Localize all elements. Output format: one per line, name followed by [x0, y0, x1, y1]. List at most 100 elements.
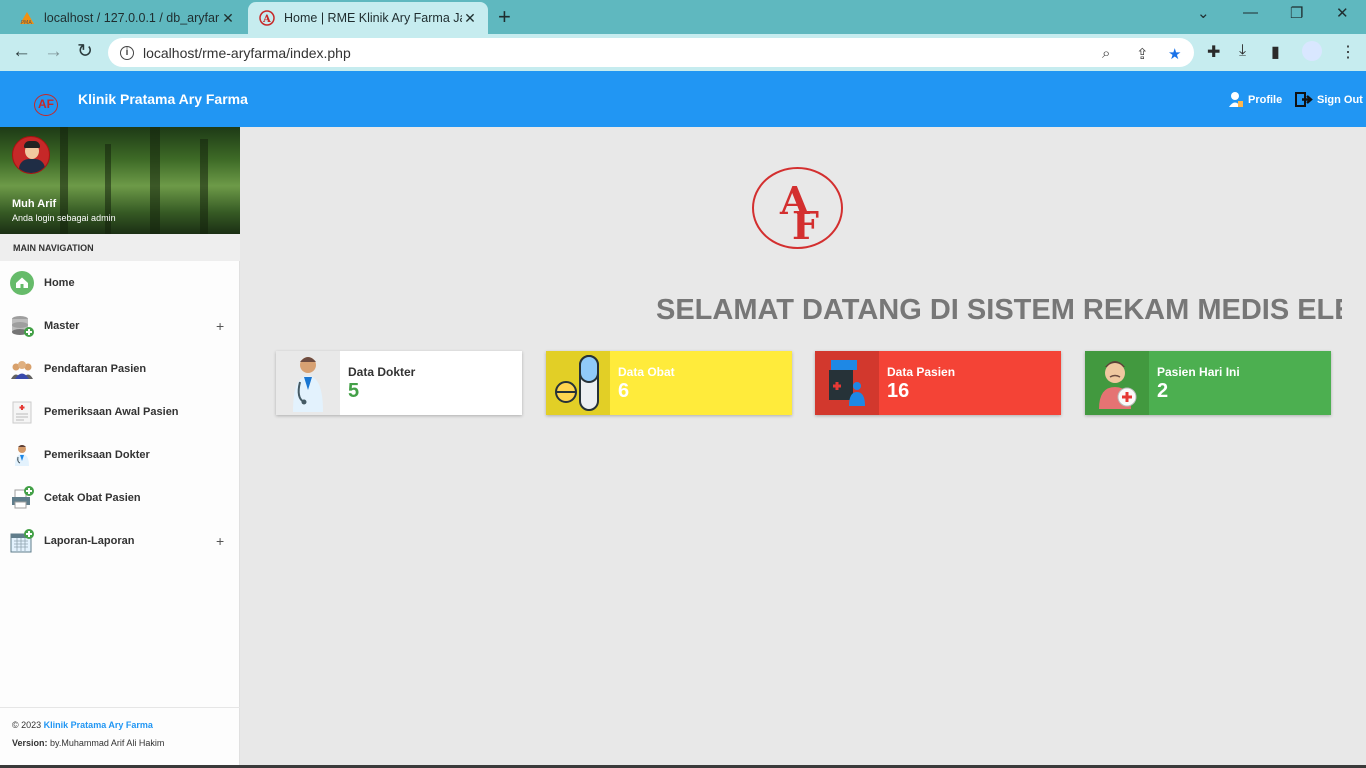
card-title: Data Obat [618, 365, 675, 379]
svg-text:PMA: PMA [21, 20, 32, 26]
card-value: 2 [1157, 380, 1169, 402]
extensions-icon[interactable]: ✚ [1207, 42, 1220, 62]
af-logo-icon: A [258, 9, 276, 27]
card-title: Pasien Hari Ini [1157, 365, 1240, 379]
browser-tab-phpmyadmin[interactable]: PMA localhost / 127.0.0.1 / db_aryfarm ✕ [8, 2, 246, 34]
sign-out-label: Sign Out [1317, 93, 1363, 106]
card-data-pasien[interactable]: Data Pasien 16 [815, 351, 1061, 415]
card-pasien-hari-ini[interactable]: Pasien Hari Ini 2 [1085, 351, 1331, 415]
share-icon[interactable]: ⇪ [1136, 45, 1149, 63]
expand-plus-icon[interactable]: + [216, 533, 224, 549]
footer-brand-link[interactable]: Klinik Pratama Ary Farma [44, 720, 153, 730]
tab-search-icon[interactable]: ⌄ [1197, 4, 1210, 22]
version-line: Version: by.Muhammad Arif Ali Hakim [12, 738, 240, 748]
card-value: 6 [618, 380, 630, 402]
back-icon[interactable]: ← [12, 40, 31, 64]
menu-kebab-icon[interactable]: ⋮ [1340, 42, 1356, 62]
avatar [12, 136, 50, 174]
tab-title: localhost / 127.0.0.1 / db_aryfarm [44, 11, 220, 25]
sidebar: Muh Arif Anda login sebagai admin MAIN N… [0, 127, 240, 768]
sidebar-item-label: Pendaftaran Pasien [44, 363, 147, 375]
clinic-logo: A F [752, 167, 843, 249]
user-name: Muh Arif [12, 198, 57, 210]
user-role: Anda login sebagai admin [12, 213, 116, 223]
sign-out-link[interactable]: Sign Out [1295, 91, 1363, 108]
sidebar-item-home[interactable]: Home [0, 263, 240, 303]
browser-toolbar: ← → ↻ i localhost/rme-aryfarma/index.php… [0, 34, 1366, 71]
new-tab-button[interactable]: + [498, 6, 511, 28]
sidebar-item-pendaftaran[interactable]: Pendaftaran Pasien [0, 349, 240, 389]
zoom-icon[interactable]: ⌕ [1102, 45, 1110, 62]
sidebar-item-label: Home [44, 277, 75, 289]
user-panel: Muh Arif Anda login sebagai admin [0, 127, 240, 234]
card-icon-box [1085, 351, 1149, 415]
printer-icon [10, 486, 34, 510]
expand-plus-icon[interactable]: + [216, 318, 224, 334]
sidebar-item-pemeriksaan-awal[interactable]: Pemeriksaan Awal Pasien [0, 392, 240, 432]
profile-link[interactable]: Profile [1228, 91, 1282, 108]
calendar-report-icon [10, 529, 34, 553]
sick-patient-icon [1099, 361, 1137, 409]
welcome-banner: SELAMAT DATANG DI SISTEM REKAM MEDIS ELE [656, 294, 1342, 326]
card-data-dokter[interactable]: Data Dokter 5 [276, 351, 522, 415]
side-panel-icon[interactable]: ▮ [1271, 42, 1280, 62]
card-value: 5 [348, 380, 360, 402]
reload-icon[interactable]: ↻ [77, 40, 93, 64]
database-icon [10, 314, 34, 338]
copyright-text: © 2023 [12, 720, 42, 730]
sidebar-item-label: Pemeriksaan Awal Pasien [44, 406, 179, 418]
restore-icon[interactable]: ❐ [1290, 4, 1303, 22]
card-title: Data Pasien [887, 365, 956, 379]
card-text: Pasien Hari Ini 2 [1149, 351, 1240, 415]
sidebar-item-label: Cetak Obat Pasien [44, 492, 141, 504]
home-icon [10, 271, 34, 295]
browser-tab-strip: PMA localhost / 127.0.0.1 / db_aryfarm ✕… [0, 0, 1366, 34]
download-icon[interactable]: ⤓ [1239, 42, 1246, 60]
site-info-icon[interactable]: i [120, 45, 134, 60]
card-text: Data Dokter 5 [340, 351, 415, 415]
card-text: Data Pasien 16 [879, 351, 955, 415]
sidebar-item-label: Pemeriksaan Dokter [44, 449, 150, 461]
patient-record-icon [829, 360, 865, 406]
card-value: 16 [887, 380, 910, 402]
app-header: AF Klinik Pratama Ary Farma Profile Sign… [0, 71, 1366, 127]
url-text[interactable]: localhost/rme-aryfarma/index.php [143, 45, 351, 61]
bookmark-star-icon[interactable]: ★ [1168, 45, 1181, 63]
browser-tab-rme[interactable]: A Home | RME Klinik Ary Farma Jate ✕ [248, 2, 488, 34]
close-tab-icon[interactable]: ✕ [220, 10, 236, 27]
card-text: Data Obat 6 [610, 351, 675, 415]
card-title: Data Dokter [348, 365, 416, 379]
sidebar-item-label: Laporan-Laporan [44, 535, 135, 547]
doctor-icon [10, 443, 34, 467]
sidebar-item-laporan[interactable]: Laporan-Laporan + [0, 521, 240, 561]
sidebar-item-cetak-obat[interactable]: Cetak Obat Pasien [0, 478, 240, 518]
forward-icon[interactable]: → [44, 40, 63, 64]
doctor-icon [293, 357, 323, 412]
sidebar-item-pemeriksaan-dokter[interactable]: Pemeriksaan Dokter [0, 435, 240, 475]
medical-record-icon [10, 400, 34, 424]
copyright-line: © 2023 Klinik Pratama Ary Farma [12, 720, 240, 730]
profile-avatar-icon[interactable] [1302, 41, 1322, 61]
card-icon-box [546, 351, 610, 415]
sign-out-icon [1295, 92, 1313, 107]
sidebar-footer: © 2023 Klinik Pratama Ary Farma Version:… [0, 707, 240, 768]
nav-heading: MAIN NAVIGATION [0, 234, 240, 261]
minimize-icon[interactable]: — [1243, 4, 1258, 21]
sidebar-item-label: Master [44, 320, 80, 332]
svg-text:A: A [262, 14, 271, 25]
pill-icon [555, 355, 599, 411]
close-tab-icon[interactable]: ✕ [462, 10, 478, 27]
profile-label: Profile [1248, 93, 1283, 106]
version-label: Version: [12, 738, 48, 748]
brand-logo: AF [34, 94, 58, 116]
version-value: by.Muhammad Arif Ali Hakim [50, 738, 165, 748]
sidebar-item-master[interactable]: Master + [0, 306, 240, 346]
svg-text:F: F [792, 203, 819, 246]
window-close-icon[interactable]: ✕ [1336, 4, 1349, 22]
address-bar[interactable]: i localhost/rme-aryfarma/index.php ⌕ ⇪ ★ [108, 38, 1194, 67]
brand-title[interactable]: Klinik Pratama Ary Farma [78, 91, 248, 107]
card-icon-box [276, 351, 340, 415]
phpmyadmin-icon: PMA [18, 9, 36, 27]
users-icon [10, 357, 34, 381]
card-data-obat[interactable]: Data Obat 6 [546, 351, 792, 415]
